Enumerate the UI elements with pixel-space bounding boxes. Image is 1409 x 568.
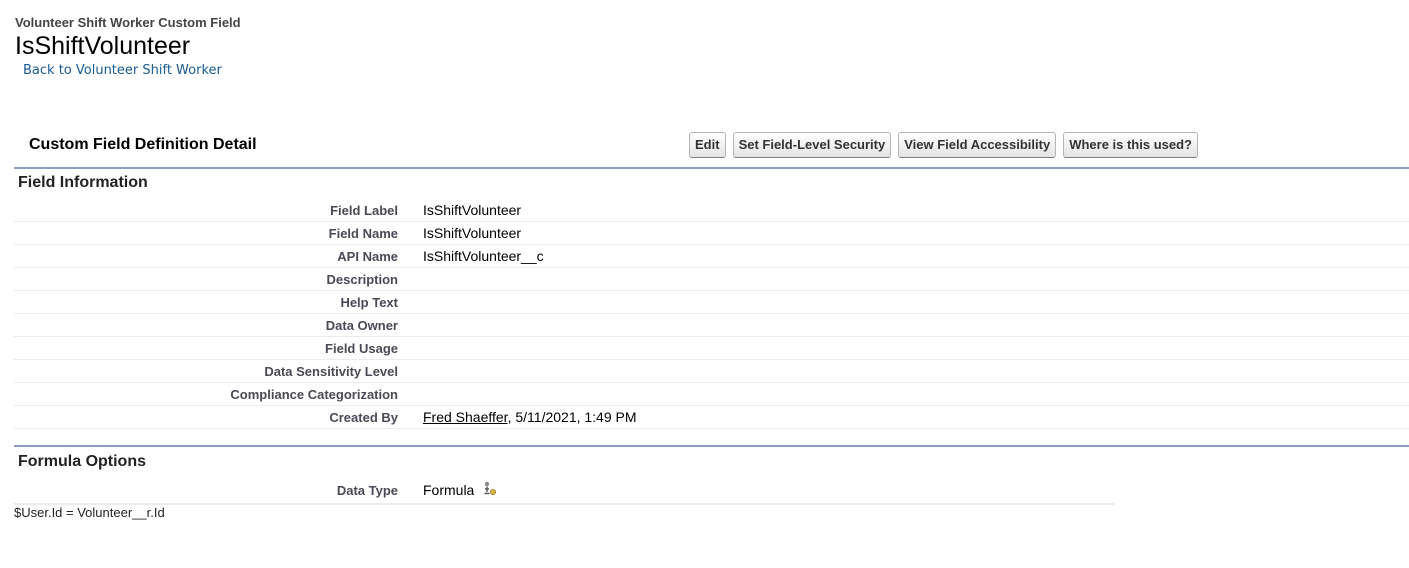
table-row: Data Owner xyxy=(14,313,1409,337)
view-field-accessibility-button[interactable]: View Field Accessibility xyxy=(898,132,1057,158)
field-information-title: Field Information xyxy=(18,174,148,191)
created-by-date: , 5/11/2021, 1:49 PM xyxy=(507,409,637,425)
section-divider xyxy=(14,445,1409,447)
table-row: Field Name IsShiftVolunteer xyxy=(14,221,1409,245)
table-row: Help Text xyxy=(14,290,1409,314)
data-sensitivity-level-value xyxy=(423,359,1409,383)
compliance-categorization-label: Compliance Categorization xyxy=(14,382,423,406)
field-information-table: Field Label IsShiftVolunteer Field Name … xyxy=(14,199,1409,429)
field-name-value: IsShiftVolunteer xyxy=(423,221,1409,245)
table-row: Field Usage xyxy=(14,336,1409,360)
back-link[interactable]: Back to Volunteer Shift Worker xyxy=(23,63,222,78)
table-row: Data Type Formula xyxy=(14,477,1114,505)
created-by-user-link[interactable]: Fred Shaeffer xyxy=(423,409,508,425)
field-name-label: Field Name xyxy=(14,221,423,245)
detail-button-bar: Edit Set Field-Level Security View Field… xyxy=(689,132,1198,158)
table-row: Field Label IsShiftVolunteer xyxy=(14,199,1409,222)
formula-options-title: Formula Options xyxy=(18,453,146,470)
created-by-value: Fred Shaeffer, 5/11/2021, 1:49 PM xyxy=(423,405,1409,429)
table-row: Data Sensitivity Level xyxy=(14,359,1409,383)
field-usage-label: Field Usage xyxy=(14,336,423,360)
field-label-label: Field Label xyxy=(14,199,423,222)
detail-section-title: Custom Field Definition Detail xyxy=(29,136,257,153)
api-name-label: API Name xyxy=(14,244,423,268)
table-row: Created By Fred Shaeffer, 5/11/2021, 1:4… xyxy=(14,405,1409,429)
section-divider xyxy=(14,167,1409,169)
object-type-label: Volunteer Shift Worker Custom Field xyxy=(15,15,241,30)
formula-info-icon[interactable] xyxy=(482,481,498,500)
description-label: Description xyxy=(14,267,423,291)
data-owner-value xyxy=(423,313,1409,337)
api-name-value: IsShiftVolunteer__c xyxy=(423,244,1409,268)
field-usage-value xyxy=(423,336,1409,360)
page-title: IsShiftVolunteer xyxy=(15,32,191,60)
edit-button[interactable]: Edit xyxy=(689,132,726,158)
where-is-this-used-button[interactable]: Where is this used? xyxy=(1063,132,1198,158)
field-label-value: IsShiftVolunteer xyxy=(423,199,1409,222)
help-text-value xyxy=(423,290,1409,314)
help-text-label: Help Text xyxy=(14,290,423,314)
created-by-label: Created By xyxy=(14,405,423,429)
data-sensitivity-level-label: Data Sensitivity Level xyxy=(14,359,423,383)
table-row: Compliance Categorization xyxy=(14,382,1409,406)
formula-expression: $User.Id = Volunteer__r.Id xyxy=(14,505,165,520)
formula-options-table: Data Type Formula xyxy=(14,477,1114,505)
description-value xyxy=(423,267,1409,291)
data-type-label: Data Type xyxy=(14,477,423,505)
set-field-level-security-button[interactable]: Set Field-Level Security xyxy=(732,132,892,158)
table-row: Description xyxy=(14,267,1409,291)
data-type-cell: Formula xyxy=(423,477,1114,505)
data-type-value: Formula xyxy=(423,481,475,498)
page-header: Volunteer Shift Worker Custom Field IsSh… xyxy=(15,15,241,61)
data-owner-label: Data Owner xyxy=(14,313,423,337)
compliance-categorization-value xyxy=(423,382,1409,406)
table-row: API Name IsShiftVolunteer__c xyxy=(14,244,1409,268)
